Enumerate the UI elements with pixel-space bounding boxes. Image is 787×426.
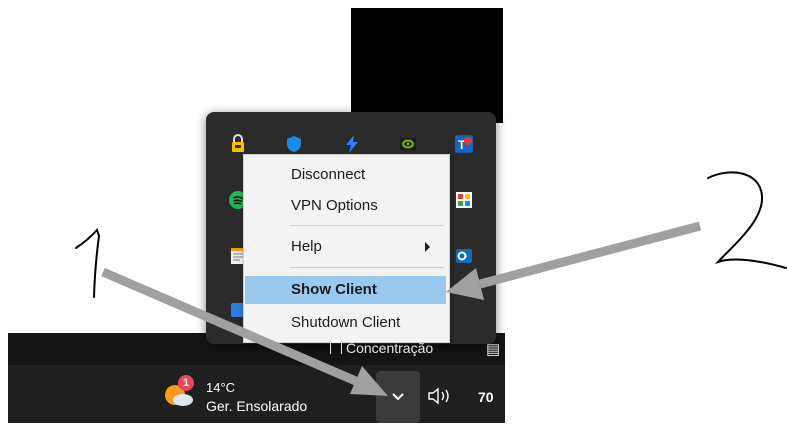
handwritten-label-1 [75,228,101,298]
annotation-overlay [75,171,787,396]
annotation-arrow-2 [446,221,702,300]
annotation-arrow-1 [101,267,388,396]
handwritten-label-2 [707,171,787,269]
